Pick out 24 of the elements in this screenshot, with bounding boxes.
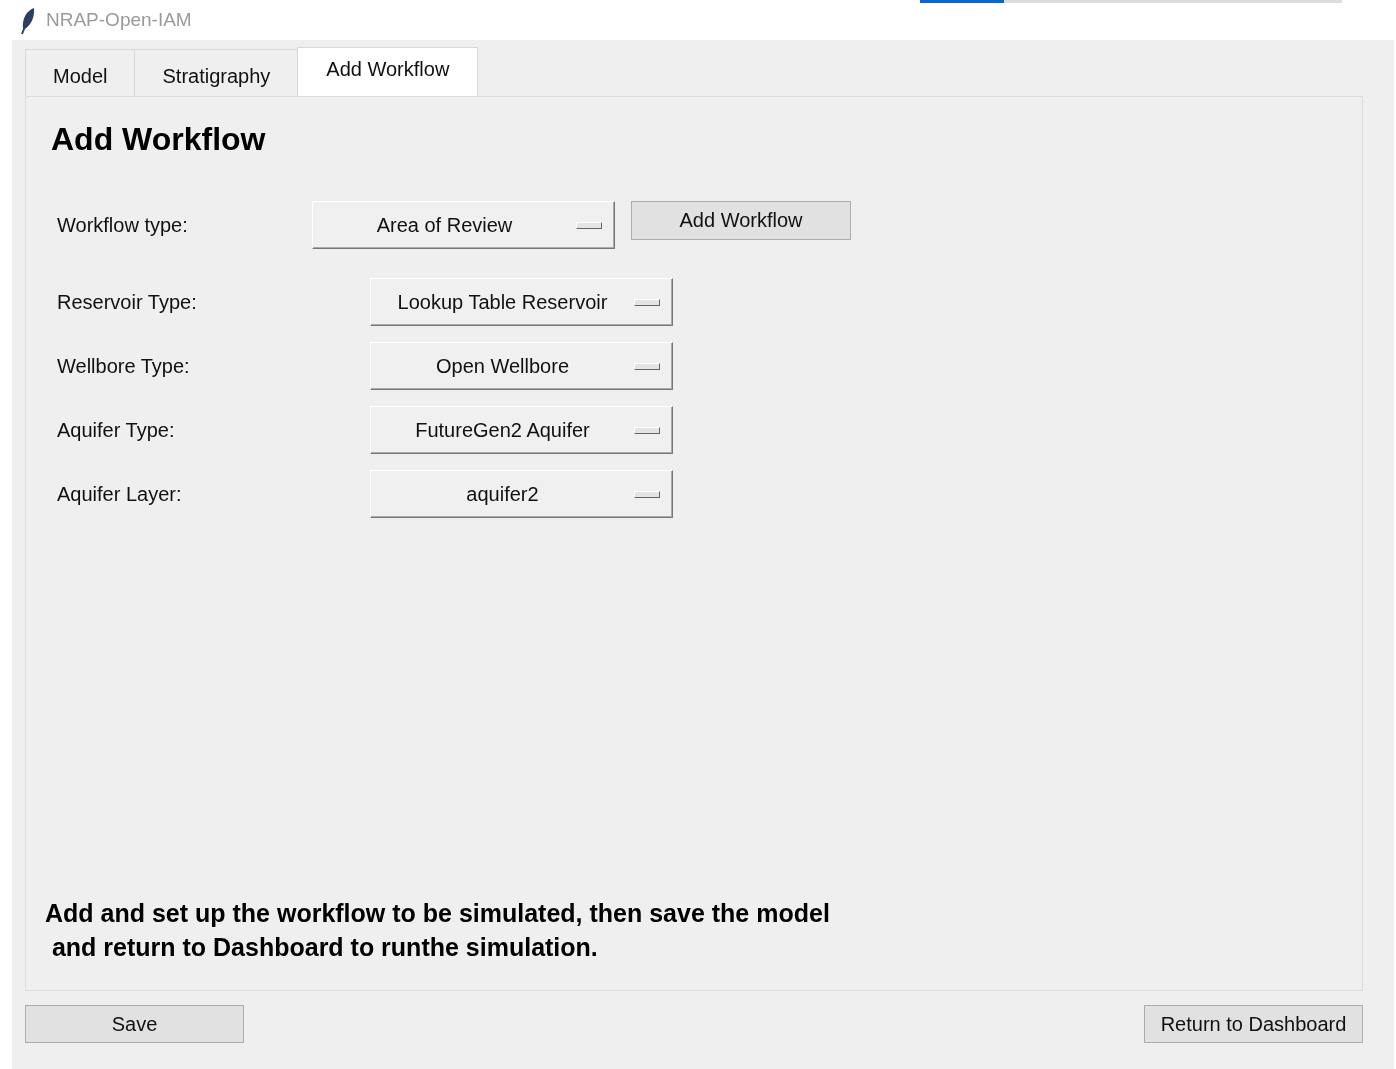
dropdown-indicator-icon	[576, 221, 602, 229]
return-to-dashboard-button[interactable]: Return to Dashboard	[1144, 1005, 1363, 1043]
field-label: Aquifer Layer:	[56, 482, 183, 506]
window-title: NRAP-Open-IAM	[46, 9, 192, 31]
instructions-text: Add and set up the workflow to be simulated, then save the model and return to Dashboard to runthe simulation.	[45, 898, 831, 963]
dropdown[interactable]: Open Wellbore	[370, 342, 673, 390]
dropdown-indicator-icon	[634, 490, 660, 498]
feather-icon	[20, 7, 36, 35]
heading: Add Workflow	[51, 121, 267, 158]
dropdown[interactable]: FutureGen2 Aquifer	[370, 406, 673, 454]
dropdown-indicator-icon	[634, 298, 660, 306]
field-label: Workflow type:	[56, 213, 189, 237]
dropdown-indicator-icon	[634, 426, 660, 434]
add-workflow-button[interactable]: Add Workflow	[631, 200, 851, 240]
field-label: Wellbore Type:	[56, 354, 191, 378]
save-button[interactable]: Save	[25, 1005, 244, 1043]
field-label: Reservoir Type:	[56, 290, 198, 314]
dropdown-indicator-icon	[634, 362, 660, 370]
field-label: Aquifer Type:	[56, 418, 176, 442]
dropdown[interactable]: Area of Review	[312, 201, 615, 249]
dropdown[interactable]: Lookup Table Reservoir	[370, 278, 673, 326]
dropdown[interactable]: aquifer2	[370, 470, 673, 518]
tab[interactable]: Add Workflow	[297, 47, 479, 96]
tab[interactable]: Model	[25, 49, 136, 96]
